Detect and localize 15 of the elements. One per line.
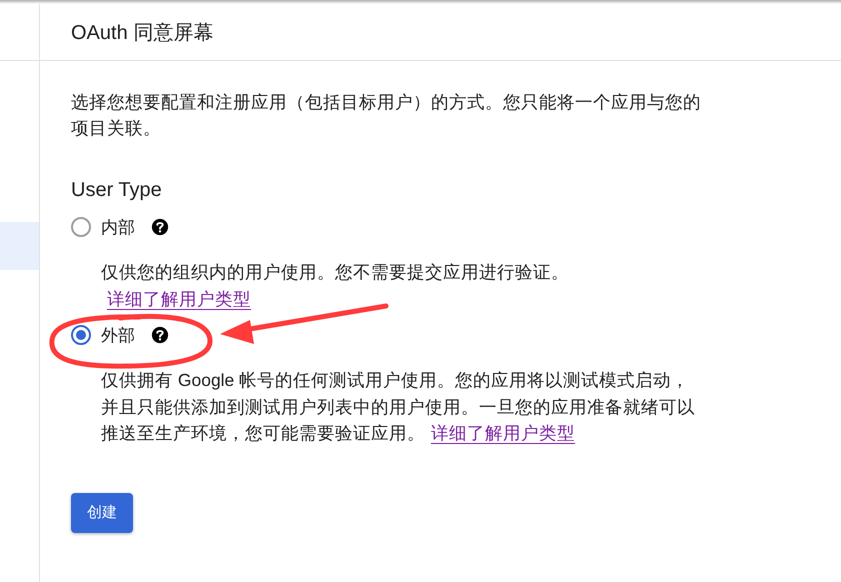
radio-button[interactable] [71,325,91,345]
sidebar-highlight [0,222,39,270]
learn-more-link[interactable]: 详细了解用户类型 [107,288,251,308]
help-icon[interactable] [151,326,169,344]
radio-label[interactable]: 内部 [101,216,135,238]
radio-label[interactable]: 外部 [101,324,135,346]
page-title: OAuth 同意屏幕 [71,20,214,46]
help-icon[interactable] [151,218,169,236]
option-description: 仅供您的组织内的用户使用。您不需要提交应用进行验证。 详细了解用户类型 [101,261,570,310]
intro-text: 选择您想要配置和注册应用（包括目标用户）的方式。您只能将一个应用与您的项目关联。 [71,91,702,140]
section-heading: User Type [71,178,163,202]
option-description: 仅供拥有 Google 帐号的任何测试用户使用。您的应用将以测试模式启动，并且只能供添加到测试用户列表中的用户使用。一旦您的应用准备就绪可以推送至生产环境，您可能需要验证应用。 详细了解用户类型 [101,369,696,445]
radio-button[interactable] [71,217,91,237]
create-button[interactable]: 创建 [71,492,133,532]
learn-more-link[interactable]: 详细了解用户类型 [431,423,575,443]
